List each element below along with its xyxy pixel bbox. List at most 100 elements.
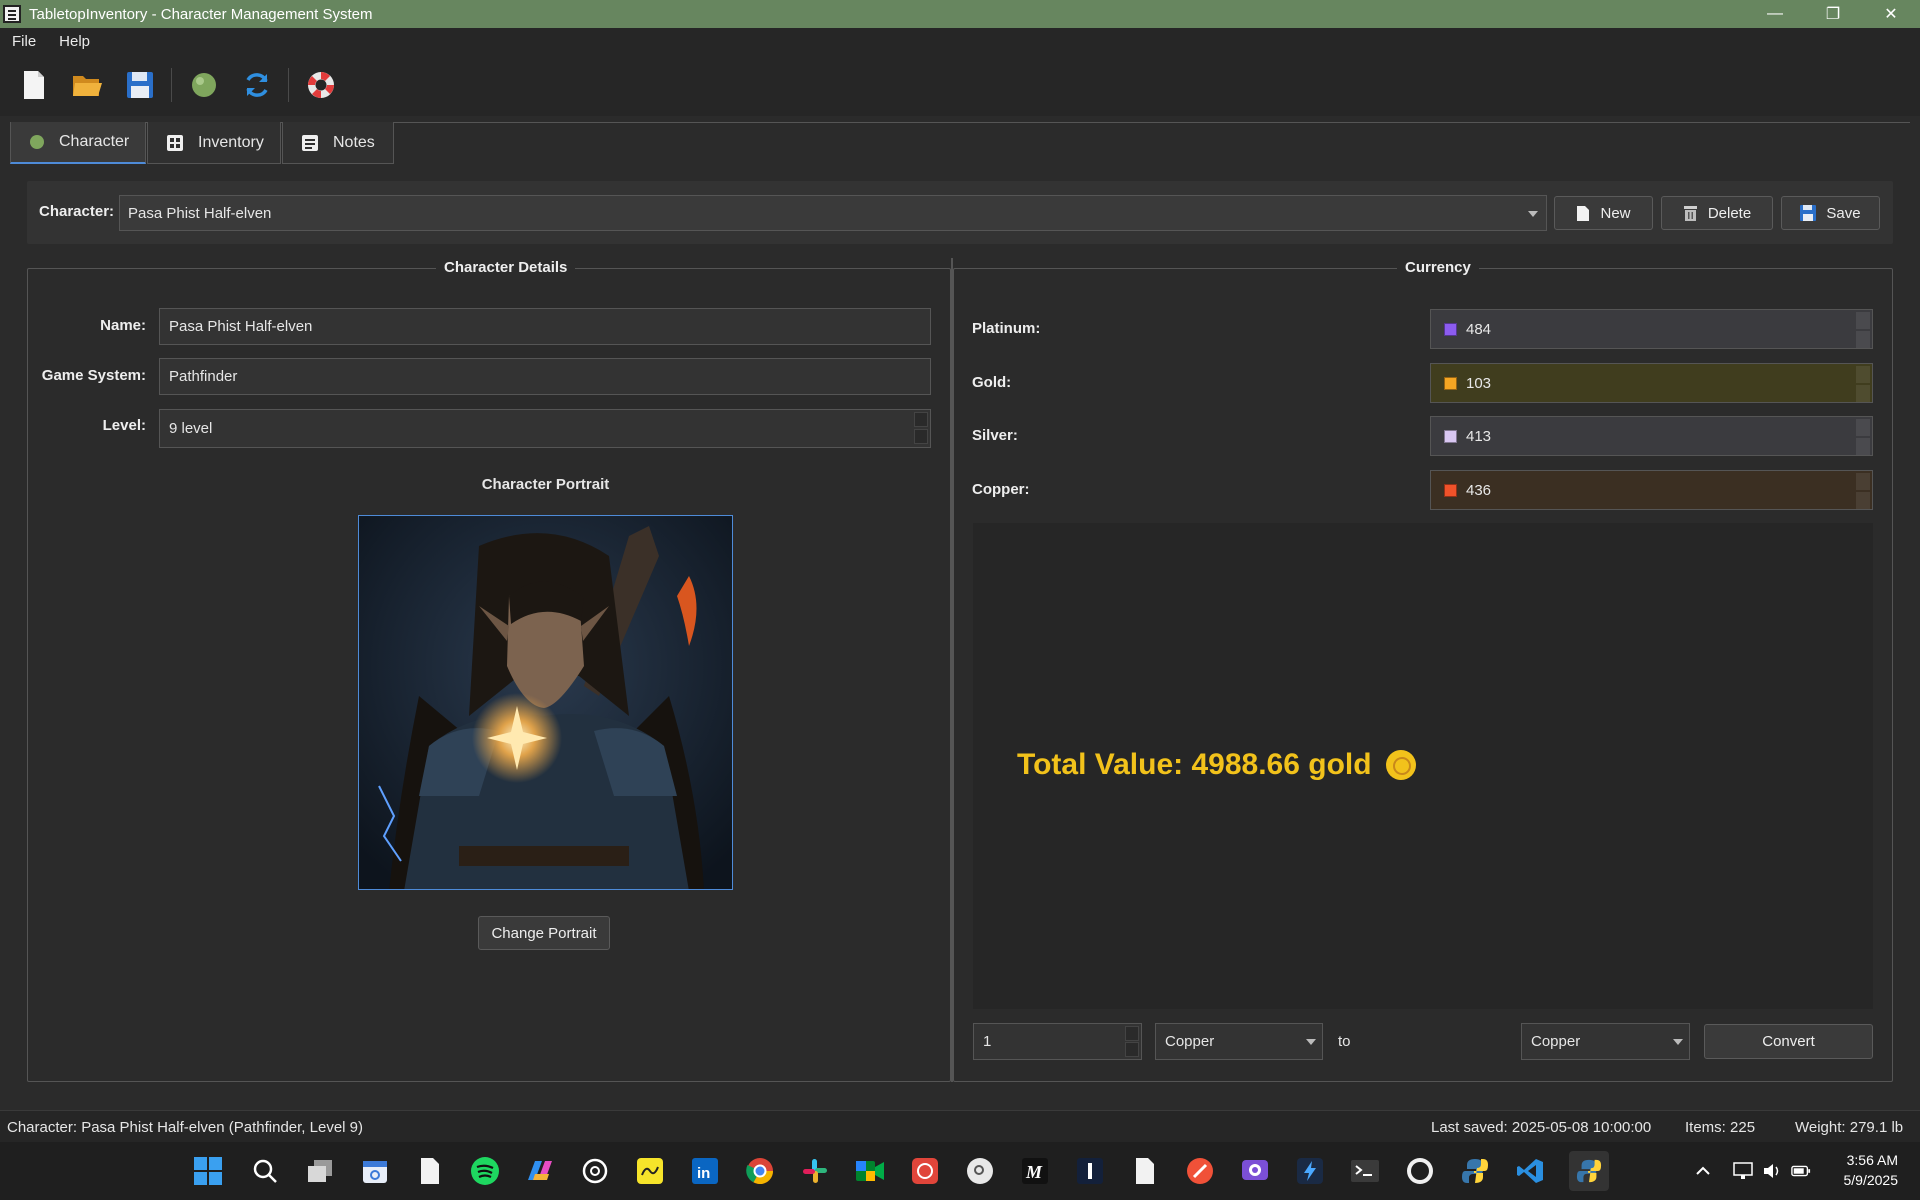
i-icon[interactable] [1074,1155,1106,1187]
game-system-label: Game System: [41,367,146,384]
maximize-button[interactable]: ❐ [1804,0,1862,28]
convert-amount-spinbox[interactable]: 1 [973,1023,1142,1060]
gold-spin-down[interactable] [1856,385,1870,402]
network-icon[interactable] [1733,1161,1753,1181]
convert-to-value: Copper [1531,1033,1581,1050]
platinum-spin-down[interactable] [1856,331,1870,348]
new-file-button[interactable] [12,63,56,107]
convert-to-dropdown[interactable]: Copper [1521,1023,1690,1060]
character-button[interactable] [182,63,226,107]
chevron-up-icon[interactable] [1693,1161,1713,1181]
github-desktop-icon[interactable] [1239,1155,1271,1187]
bolt-icon[interactable] [1294,1155,1326,1187]
platinum-spin-up[interactable] [1856,312,1870,329]
gold-spin-up[interactable] [1856,366,1870,383]
character-dropdown[interactable]: Pasa Phist Half-elven [119,195,1547,231]
battery-icon[interactable] [1791,1161,1811,1181]
minimize-button[interactable]: — [1746,0,1804,28]
convert-button-label: Convert [1762,1033,1815,1050]
tab-inventory[interactable]: Inventory [147,122,281,164]
task-view-icon[interactable] [304,1155,336,1187]
open-folder-button[interactable] [65,63,109,107]
spotify-icon[interactable] [469,1155,501,1187]
delete-button-label: Delete [1707,204,1752,222]
save-button-toolbar[interactable] [118,63,162,107]
change-portrait-label: Change Portrait [491,924,597,942]
vscode-icon[interactable] [1514,1155,1546,1187]
level-spin-down[interactable] [914,429,928,444]
copper-spin-up[interactable] [1856,473,1870,490]
refresh-button[interactable] [235,63,279,107]
green-orb-icon [192,73,216,97]
character-selector-bar: Character: Pasa Phist Half-elven New Del… [27,181,1893,244]
game-system-field[interactable]: Pathfinder [159,358,931,395]
character-details-title: Character Details [436,259,576,276]
copper-spin-down[interactable] [1856,492,1870,509]
python-icon[interactable] [1459,1155,1491,1187]
platinum-swatch [1444,322,1457,336]
convert-button[interactable]: Convert [1704,1024,1873,1059]
portrait-title: Character Portrait [481,476,610,493]
convert-amount-value: 1 [983,1033,992,1050]
copper-spinbox[interactable]: 436 [1430,470,1873,510]
convert-amount-spin-up[interactable] [1125,1026,1139,1041]
file-icon[interactable] [414,1155,446,1187]
help-button[interactable] [299,63,343,107]
system-clock[interactable]: 3:56 AM 5/9/2025 [1844,1150,1899,1190]
chatgpt-icon[interactable] [579,1155,611,1187]
document-icon[interactable] [1129,1155,1161,1187]
silver-spin-up[interactable] [1856,419,1870,436]
python-app-icon[interactable] [1569,1151,1609,1191]
m-icon[interactable]: M [1019,1155,1051,1187]
github-icon[interactable] [1404,1155,1436,1187]
new-character-button[interactable]: New [1554,196,1653,230]
save-character-button[interactable]: Save [1781,196,1880,230]
app-icon [3,5,21,23]
windows-start-icon[interactable] [192,1155,224,1187]
linkedin-icon[interactable]: in [689,1155,721,1187]
convert-from-dropdown[interactable]: Copper [1155,1023,1323,1060]
level-value: 9 level [169,420,213,437]
app-red-icon[interactable] [909,1155,941,1187]
swift-icon[interactable] [1184,1155,1216,1187]
volume-icon[interactable] [1762,1161,1782,1181]
silver-spinbox[interactable]: 413 [1430,416,1873,456]
portrait-image [359,516,732,889]
name-field[interactable]: Pasa Phist Half-elven [159,308,931,345]
gold-spinbox[interactable]: 103 [1430,363,1873,403]
level-label: Level: [102,417,146,434]
terminal-icon[interactable] [1349,1155,1381,1187]
save-disk-icon [1800,205,1817,221]
tab-bar: Character Inventory Notes [10,122,395,164]
toolbar [0,54,1920,116]
tab-character[interactable]: Character [10,122,146,164]
menu-file[interactable]: File [0,33,47,50]
delete-character-button[interactable]: Delete [1661,196,1773,230]
status-character: Character: Pasa Phist Half-elven (Pathfi… [7,1119,364,1136]
clock-date: 5/9/2025 [1843,1172,1899,1188]
svg-text:in: in [697,1165,710,1182]
level-spin-up[interactable] [914,412,928,427]
sketch-icon[interactable] [634,1155,666,1187]
chrome-icon[interactable] [744,1155,776,1187]
level-spinbox[interactable]: 9 level [159,409,931,448]
slack-icon[interactable] [799,1155,831,1187]
silver-spin-down[interactable] [1856,438,1870,455]
lens-icon[interactable] [964,1155,996,1187]
calendar-icon[interactable] [359,1155,391,1187]
tab-notes[interactable]: Notes [282,122,394,164]
clock-time: 3:56 AM [1846,1152,1898,1168]
convert-amount-spin-down[interactable] [1125,1042,1139,1057]
change-portrait-button[interactable]: Change Portrait [478,916,610,950]
save-disk-icon [127,72,153,98]
search-icon[interactable] [249,1155,281,1187]
total-value-panel: Total Value: 4988.66 gold [973,523,1873,1009]
copilot-icon[interactable] [524,1155,556,1187]
status-bar: Character: Pasa Phist Half-elven (Pathfi… [0,1110,1920,1142]
close-button[interactable]: ✕ [1862,0,1920,28]
total-value-text: Total Value: 4988.66 gold [1017,748,1416,782]
menu-help[interactable]: Help [47,33,101,50]
gold-coin-icon [1385,750,1416,780]
platinum-spinbox[interactable]: 484 [1430,309,1873,349]
meet-icon[interactable] [854,1155,886,1187]
